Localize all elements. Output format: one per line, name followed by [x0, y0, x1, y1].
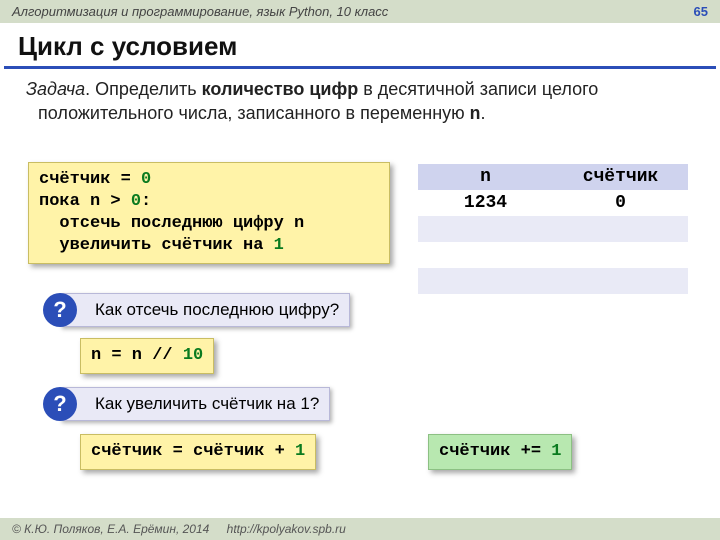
footer-bar: © К.Ю. Поляков, Е.А. Ерёмин, 2014 http:/…	[0, 518, 720, 540]
task-label: Задача	[26, 79, 85, 99]
course-name: Алгоритмизация и программирование, язык …	[12, 4, 388, 19]
code-increment-short: счётчик += 1	[428, 434, 572, 470]
table-row	[418, 294, 688, 320]
copyright: © К.Ю. Поляков, Е.А. Ерёмин, 2014	[12, 522, 209, 536]
task-text: Задача. Определить количество цифр в дес…	[12, 75, 720, 134]
pseudocode-box: счётчик = 0 пока n > 0: отсечь последнюю…	[28, 162, 390, 264]
table-row: 1234 0	[418, 190, 688, 216]
col-counter: счётчик	[553, 167, 688, 187]
trace-table: n счётчик 1234 0	[418, 164, 688, 320]
col-n: n	[418, 167, 553, 187]
table-row	[418, 268, 688, 294]
footer-url: http://kpolyakov.spb.ru	[227, 522, 346, 536]
question-icon: ?	[43, 293, 77, 327]
code-cut-digit: n = n // 10	[80, 338, 214, 374]
table-row	[418, 216, 688, 242]
table-header: n счётчик	[418, 164, 688, 190]
task-var: n	[470, 105, 481, 125]
question-1-text: Как отсечь последнюю цифру?	[95, 300, 339, 319]
page-title: Цикл с условием	[4, 23, 716, 69]
question-icon: ?	[43, 387, 77, 421]
table-row	[418, 242, 688, 268]
task-bold: количество цифр	[202, 79, 359, 99]
question-2-text: Как увеличить счётчик на 1?	[95, 394, 319, 413]
page-number: 65	[694, 4, 708, 19]
header-bar: Алгоритмизация и программирование, язык …	[0, 0, 720, 23]
code-increment-long: счётчик = счётчик + 1	[80, 434, 316, 470]
question-2-box: ? Как увеличить счётчик на 1?	[60, 387, 330, 421]
question-1-box: ? Как отсечь последнюю цифру?	[60, 293, 350, 327]
